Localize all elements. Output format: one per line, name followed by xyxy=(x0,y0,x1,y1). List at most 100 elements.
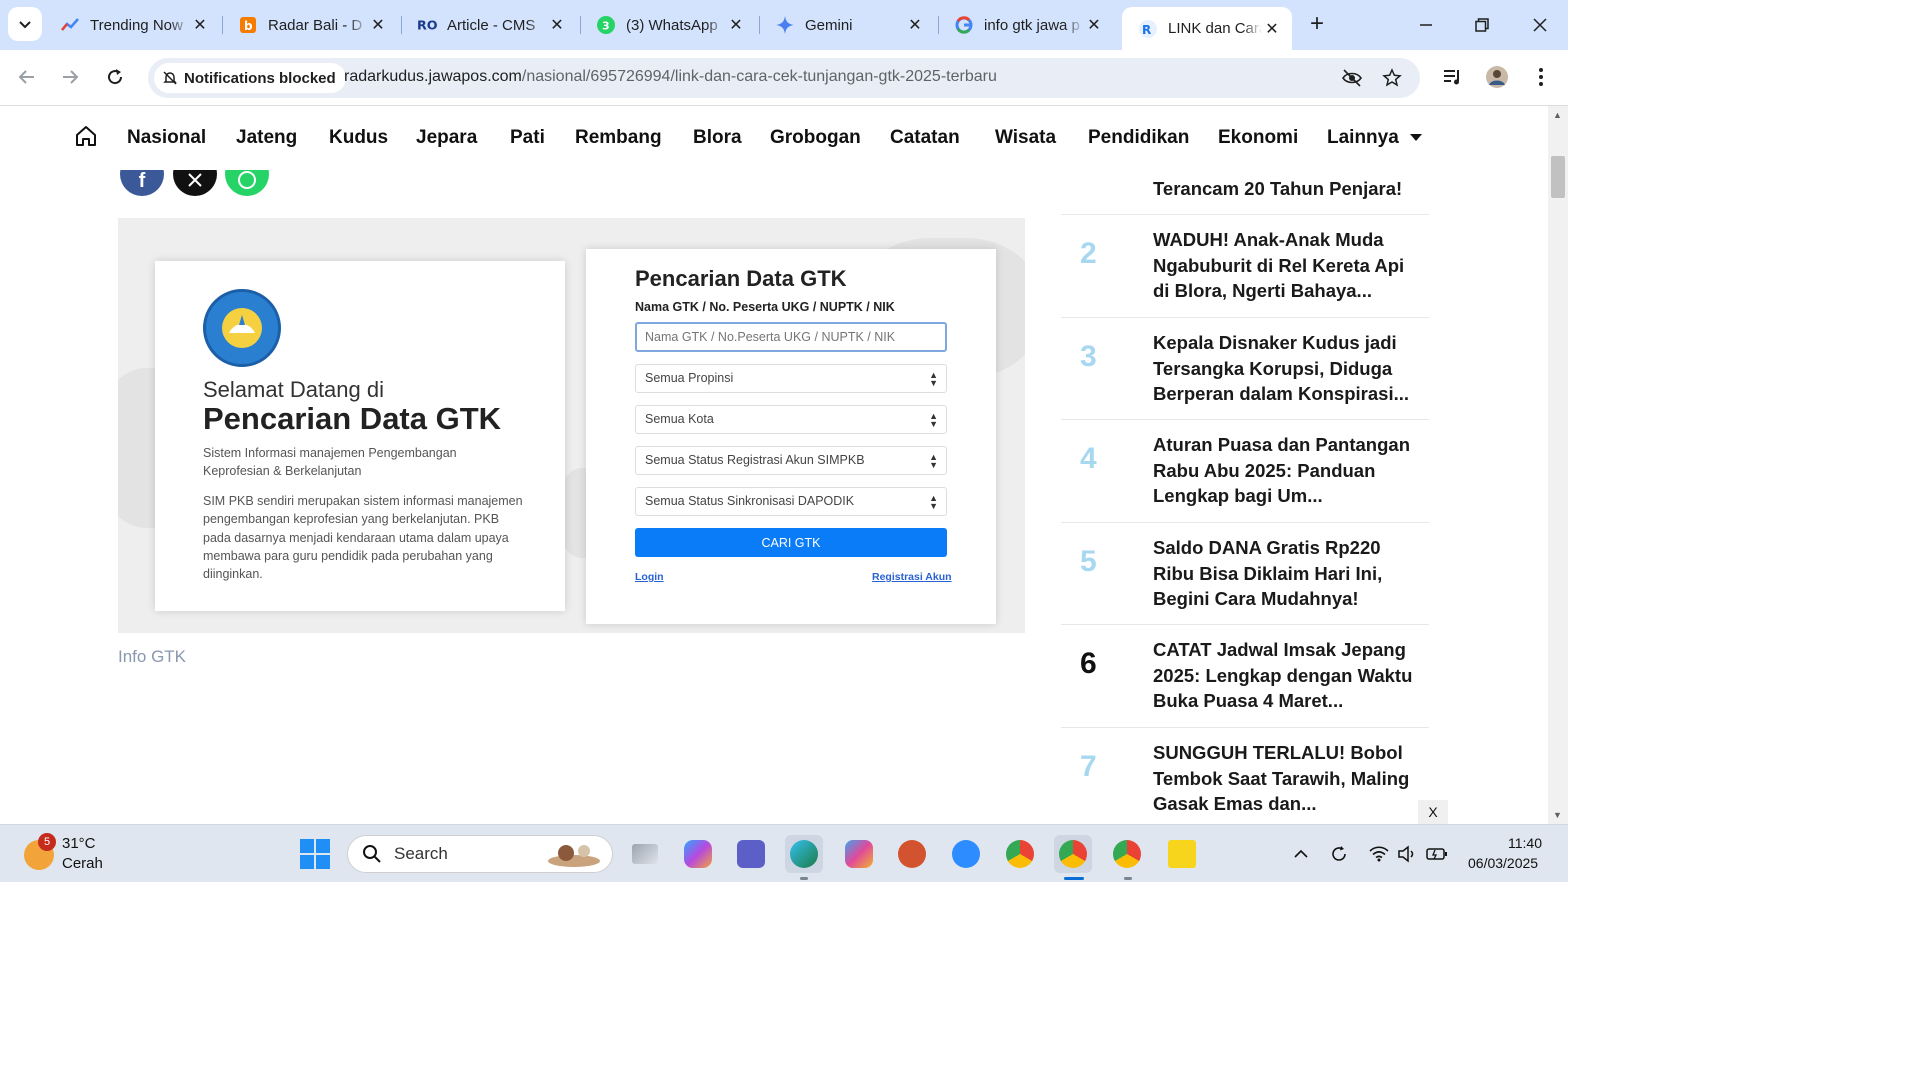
start-button[interactable] xyxy=(300,839,330,869)
close-tab-icon[interactable]: ✕ xyxy=(726,15,746,35)
scroll-up-arrow-icon[interactable]: ▲ xyxy=(1553,110,1562,120)
close-tab-icon[interactable]: ✕ xyxy=(190,15,210,35)
show-hidden-icons-chevron[interactable] xyxy=(1290,843,1312,865)
copilot-app[interactable] xyxy=(679,835,717,873)
close-tab-icon[interactable]: ✕ xyxy=(1262,19,1282,39)
dapodik-sync-value: Semua Status Sinkronisasi DAPODIK xyxy=(645,494,855,508)
radar-kudus-icon: R xyxy=(1138,19,1158,39)
powerpoint-app[interactable] xyxy=(893,835,931,873)
nav-link-jateng[interactable]: Jateng xyxy=(236,127,297,149)
minimize-button[interactable] xyxy=(1406,8,1446,42)
zoom-app[interactable] xyxy=(947,835,985,873)
tab-article-cms[interactable]: RO Article - CMS ✕ xyxy=(401,8,577,42)
tab-gemini[interactable]: Gemini ✕ xyxy=(759,8,935,42)
tab-google-search[interactable]: info gtk jawa p ✕ xyxy=(938,8,1114,42)
volume-icon[interactable] xyxy=(1396,843,1418,865)
sync-icon[interactable] xyxy=(1328,843,1350,865)
popular-list-item[interactable]: 7 SUNGGUH TERLALU! Bobol Tembok Saat Tar… xyxy=(1061,728,1429,824)
close-tab-icon[interactable]: ✕ xyxy=(1084,15,1104,35)
nav-link-blora[interactable]: Blora xyxy=(693,127,742,149)
nav-link-kudus[interactable]: Kudus xyxy=(329,127,388,149)
select-arrows-icon: ▲ ▼ xyxy=(929,370,938,388)
ad-close-button[interactable]: X xyxy=(1418,800,1448,824)
back-button[interactable] xyxy=(10,60,44,94)
scroll-down-arrow-icon[interactable]: ▼ xyxy=(1553,810,1562,820)
profile-avatar[interactable] xyxy=(1480,60,1514,94)
bookmark-star-icon[interactable] xyxy=(1380,66,1404,90)
battery-icon[interactable] xyxy=(1426,843,1448,865)
popular-item-title[interactable]: SUNGGUH TERLALU! Bobol Tembok Saat Taraw… xyxy=(1153,740,1419,817)
nav-link-jepara[interactable]: Jepara xyxy=(416,127,477,149)
popular-item-title[interactable]: WADUH! Anak-Anak Muda Ngabuburit di Rel … xyxy=(1153,227,1419,304)
chrome-app[interactable] xyxy=(1001,835,1039,873)
chrome-profile-app[interactable] xyxy=(1108,835,1146,873)
tab-link-dan-cara-active[interactable]: R LINK dan Cara ✕ xyxy=(1122,7,1292,50)
cari-gtk-button: CARI GTK xyxy=(635,528,947,557)
url-text[interactable]: radarkudus.jawapos.com/nasional/69572699… xyxy=(344,68,997,86)
close-tab-icon[interactable]: ✕ xyxy=(547,15,567,35)
microsoft-365-app[interactable] xyxy=(840,835,878,873)
forward-button[interactable] xyxy=(53,60,87,94)
svg-text:RO: RO xyxy=(417,18,437,33)
select-arrows-icon: ▲ ▼ xyxy=(929,493,938,511)
nav-link-lainnya[interactable]: Lainnya xyxy=(1327,127,1399,149)
tab-search-button[interactable] xyxy=(8,7,42,41)
close-tab-icon[interactable]: ✕ xyxy=(905,15,925,35)
tab-title: info gtk jawa p xyxy=(984,16,1080,34)
browser-menu-button[interactable] xyxy=(1524,60,1558,94)
sticky-notes-app[interactable] xyxy=(1163,835,1201,873)
popular-list-item[interactable]: 4 Aturan Puasa dan Pantangan Rabu Abu 20… xyxy=(1061,420,1429,523)
teams-app[interactable] xyxy=(732,835,770,873)
weather-badge: 5 xyxy=(38,833,56,851)
new-tab-button[interactable]: + xyxy=(1303,10,1331,38)
popular-list-item[interactable]: 3 Kepala Disnaker Kudus jadi Tersangka K… xyxy=(1061,318,1429,420)
reload-button[interactable] xyxy=(98,60,132,94)
close-tab-icon[interactable]: ✕ xyxy=(368,15,388,35)
task-view-icon xyxy=(632,844,658,864)
task-view-button[interactable] xyxy=(626,835,664,873)
popular-list-item[interactable]: 2 WADUH! Anak-Anak Muda Ngabuburit di Re… xyxy=(1061,215,1429,318)
close-window-button[interactable] xyxy=(1520,8,1560,42)
nav-link-nasional[interactable]: Nasional xyxy=(127,127,206,149)
popular-item-title[interactable]: Kepala Disnaker Kudus jadi Tersangka Kor… xyxy=(1153,330,1419,407)
nav-link-wisata[interactable]: Wisata xyxy=(995,127,1056,149)
tab-radar-bali[interactable]: b Radar Bali - D ✕ xyxy=(222,8,398,42)
scrollbar-thumb[interactable] xyxy=(1551,156,1565,198)
restore-button[interactable] xyxy=(1462,8,1502,42)
chrome-profile-app-active[interactable] xyxy=(1054,835,1092,873)
notifications-blocked-chip[interactable]: Notifications blocked xyxy=(154,63,346,93)
tab-trending-now[interactable]: Trending Now ✕ xyxy=(44,8,220,42)
clock-date[interactable]: 06/03/2025 xyxy=(1468,855,1538,871)
page-scrollbar[interactable]: ▲ ▼ xyxy=(1548,106,1568,824)
app-running-indicator xyxy=(800,877,808,880)
nav-link-pati[interactable]: Pati xyxy=(510,127,545,149)
windows-taskbar: 5 31°C Cerah Search 11:40 06/03/2025 xyxy=(0,824,1568,882)
tab-whatsapp[interactable]: 3 (3) WhatsApp ✕ xyxy=(580,8,756,42)
weather-temperature[interactable]: 31°C xyxy=(62,835,96,852)
popular-item-title[interactable]: Aturan Puasa dan Pantangan Rabu Abu 2025… xyxy=(1153,432,1419,509)
nav-link-pendidikan[interactable]: Pendidikan xyxy=(1088,127,1189,149)
sticky-notes-icon xyxy=(1168,840,1196,868)
address-bar[interactable]: Notifications blocked radarkudus.jawapos… xyxy=(148,58,1420,98)
google-icon xyxy=(954,15,974,35)
back-arrow-icon xyxy=(18,70,34,84)
tracking-protection-icon[interactable] xyxy=(1340,66,1364,90)
weather-condition[interactable]: Cerah xyxy=(62,855,103,872)
wifi-icon[interactable] xyxy=(1368,843,1390,865)
nav-link-ekonomi[interactable]: Ekonomi xyxy=(1218,127,1298,149)
popular-item-title[interactable]: CATAT Jadwal Imsak Jepang 2025: Lengkap … xyxy=(1153,637,1419,714)
taskbar-search-box[interactable]: Search xyxy=(347,835,613,873)
nav-link-grobogan[interactable]: Grobogan xyxy=(770,127,861,149)
popular-list-item[interactable]: 6 CATAT Jadwal Imsak Jepang 2025: Lengka… xyxy=(1061,625,1429,728)
popular-item-title[interactable]: Saldo DANA Gratis Rp220 Ribu Bisa Diklai… xyxy=(1153,535,1419,612)
nav-link-catatan[interactable]: Catatan xyxy=(890,127,960,149)
tab-title: Radar Bali - D xyxy=(268,16,363,34)
media-control-button[interactable] xyxy=(1436,60,1470,94)
clock-time[interactable]: 11:40 xyxy=(1508,835,1542,851)
popular-item-title[interactable]: Terancam 20 Tahun Penjara! xyxy=(1153,176,1419,202)
popular-list-item[interactable]: 5 Saldo DANA Gratis Rp220 Ribu Bisa Dikl… xyxy=(1061,523,1429,625)
nav-link-rembang[interactable]: Rembang xyxy=(575,127,662,149)
edge-app[interactable] xyxy=(785,835,823,873)
caret-down-icon[interactable] xyxy=(1410,134,1422,141)
home-link[interactable] xyxy=(74,124,98,148)
